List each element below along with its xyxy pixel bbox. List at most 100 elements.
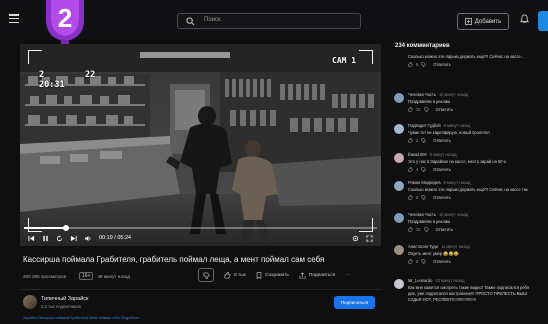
video-title: Кассирша поймала Грабителя, грабитель по… — [23, 255, 325, 264]
fullscreen-icon[interactable] — [366, 234, 373, 242]
time-overlay: 20:31 — [39, 80, 65, 90]
comment-avatar[interactable] — [394, 245, 404, 255]
subscribe-button[interactable]: Подписаться — [334, 296, 375, 309]
comment-text-line: СУДЬЯ НОТ, РЕСПЕКТ!!!!!!!!!!!!!!!!!!!!! — [408, 297, 476, 302]
settings-icon[interactable] — [352, 235, 359, 242]
progress-bar[interactable] — [24, 225, 377, 231]
save-button[interactable]: Сохранить — [256, 271, 289, 279]
like-icon — [224, 271, 231, 278]
reply-button[interactable]: Ответить — [433, 138, 451, 143]
reply-button[interactable]: Ответить — [433, 259, 451, 264]
player-controls-right — [352, 233, 373, 243]
share-button[interactable]: Поделиться — [299, 271, 336, 279]
reply-button[interactable]: Ответить — [436, 107, 454, 112]
dislike-icon[interactable] — [421, 195, 426, 200]
comment-like-count: 6 — [416, 259, 419, 264]
share-icon — [299, 271, 306, 278]
progress-handle[interactable] — [63, 225, 70, 231]
reply-button[interactable]: Ответить — [433, 195, 451, 200]
comment-author-name[interactable]: Анастасия Туди — [408, 244, 438, 249]
volume-icon[interactable] — [84, 235, 92, 242]
comment-text: Сколько можно эти ларьки держать ещё?! С… — [408, 187, 528, 192]
video-actions: 8 тыс Сохранить Поделиться ··· — [198, 268, 350, 282]
add-video-label: Добавить — [474, 18, 502, 25]
comment-author[interactable]: Mr_Leonardo 13 минут назад — [408, 278, 465, 283]
comment-avatar[interactable] — [394, 93, 404, 103]
replay-icon[interactable] — [56, 234, 63, 242]
pause-icon[interactable] — [42, 235, 49, 242]
comment-author[interactable]: Подводит Гудбой 8 минут назад — [408, 123, 471, 128]
comment-author[interactable]: Роман Медведев 9 минут назад — [408, 180, 470, 185]
save-label: Сохранить — [265, 272, 289, 278]
add-video-button[interactable]: Добавить — [457, 13, 509, 30]
share-label: Поделиться — [308, 272, 336, 278]
like-icon[interactable] — [408, 138, 413, 143]
description-preview[interactable]: Зарайск Кассирша поймала Грабителя Мент … — [23, 316, 139, 320]
comment-like-count: 4 — [416, 167, 419, 172]
comment-text: Охуеть мент умер 😂😂😂 — [408, 251, 459, 256]
dislike-button[interactable] — [198, 268, 214, 282]
dislike-icon[interactable] — [421, 62, 426, 67]
comment-avatar[interactable] — [394, 279, 404, 289]
search-placeholder: Поиск — [204, 17, 221, 23]
skip-back-icon[interactable] — [28, 235, 35, 242]
comment-text: Это у нас в Зарайске на кассе, место зар… — [408, 159, 506, 164]
comment-author-name[interactable]: Человек Часть — [408, 212, 436, 217]
bell-icon[interactable] — [520, 14, 529, 24]
dislike-icon[interactable] — [421, 167, 426, 172]
search-input[interactable]: Поиск — [177, 13, 361, 29]
comment-item: Ёжик1000 9 минут назад Это у нас в Зарайск… — [392, 152, 548, 182]
progress-fill — [24, 227, 67, 229]
account-button[interactable] — [538, 11, 548, 31]
comment-footer: 22 Ответить — [408, 107, 453, 112]
frame-corner-tl — [28, 50, 42, 64]
like-icon[interactable] — [408, 195, 413, 200]
video-player[interactable]: 2 22 20:31 CAM 1 00:19 / 05:24 — [20, 44, 381, 246]
comment-author-name[interactable]: Ёжик1000 — [408, 152, 427, 157]
menu-icon[interactable] — [9, 14, 19, 24]
comment-author[interactable]: Анастасия Туди 11 минут назад — [408, 244, 470, 249]
comment-author-name[interactable]: Mr_Leonardo — [408, 278, 432, 283]
comment-author[interactable]: Человек Часть 10 минут назад — [408, 212, 468, 217]
comment-author-name[interactable]: Человек Часть — [408, 92, 436, 97]
reply-button[interactable]: Ответить — [433, 62, 451, 67]
like-icon[interactable] — [408, 227, 413, 232]
comment-time: 13 минут назад — [435, 278, 465, 283]
channel-name[interactable]: Типичный Зарайск — [41, 296, 88, 302]
comment-author-name[interactable]: Подводит Гудбой — [408, 123, 441, 128]
comment-text: Поздравляю в реклам — [408, 99, 450, 104]
more-button[interactable]: ··· — [345, 273, 350, 278]
comment-author-name[interactable]: Роман Медведев — [408, 180, 441, 185]
comment-time: 11 минут назад — [440, 244, 470, 249]
like-icon[interactable] — [408, 107, 413, 112]
camera-label: CAM 1 — [332, 56, 357, 65]
like-icon[interactable] — [408, 259, 413, 264]
comment-like-count: 6 — [416, 195, 419, 200]
bookmark-icon — [256, 271, 262, 279]
comment-footer: 4 Ответить — [408, 167, 451, 172]
comment-like-count: 22 — [416, 107, 421, 112]
channel-avatar[interactable] — [23, 295, 37, 309]
dislike-icon[interactable] — [421, 259, 426, 264]
comment-item: Человек Часть 10 минут назад Поздравляю в … — [392, 92, 548, 122]
dislike-icon[interactable] — [421, 138, 426, 143]
comment-avatar[interactable] — [394, 153, 404, 163]
dislike-icon[interactable] — [423, 227, 429, 232]
comment-author[interactable]: Ёжик1000 9 минут назад — [408, 152, 457, 157]
comment-avatar[interactable] — [394, 213, 404, 223]
comment-author[interactable]: Человек Часть 10 минут назад — [408, 92, 468, 97]
comment-text: Чувак тот не карелфирую, новый пролетел — [408, 130, 490, 135]
time-display: 00:19 / 05:24 — [99, 235, 132, 241]
dislike-icon[interactable] — [423, 107, 429, 112]
comment-avatar[interactable] — [394, 124, 404, 134]
reply-button[interactable]: Ответить — [436, 227, 454, 232]
like-icon[interactable] — [408, 62, 413, 67]
like-button[interactable]: 8 тыс — [224, 271, 246, 279]
reply-button[interactable]: Ответить — [433, 167, 451, 172]
like-icon[interactable] — [408, 167, 413, 172]
comment-footer: 22 Ответить — [408, 227, 453, 232]
skip-forward-icon[interactable] — [70, 235, 77, 242]
comment-avatar[interactable] — [394, 181, 404, 191]
comment-item: Сколько можно эти ларьки держать ещё?! С… — [392, 54, 548, 84]
subscriber-count: 3,2 тыс подписчиков — [41, 304, 81, 309]
